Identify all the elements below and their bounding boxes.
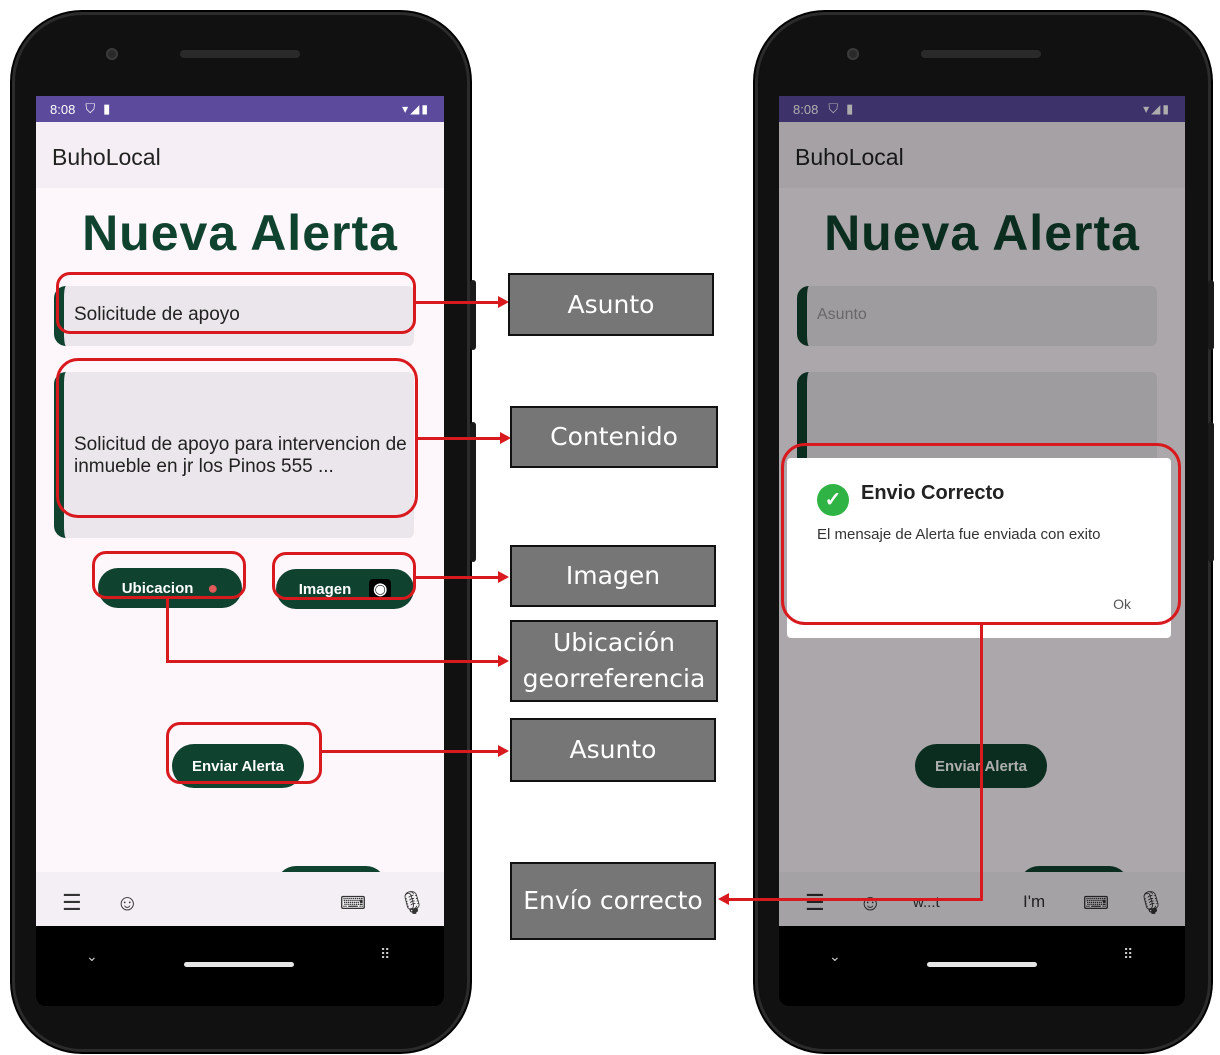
front-camera-icon xyxy=(106,48,118,60)
arrow-dialog xyxy=(718,893,729,905)
keyboard-switch-icon[interactable]: ⠿ xyxy=(380,946,390,963)
page-title: Nueva Alerta xyxy=(82,205,398,261)
label-ubicacion-line1: Ubicación xyxy=(552,628,675,657)
label-contenido-text: Contenido xyxy=(550,422,678,451)
chevron-down-icon[interactable]: ⌄ xyxy=(829,948,841,965)
signal-battery-icons: ▾◢▮ xyxy=(402,102,430,116)
status-time: 8:08 xyxy=(50,101,76,117)
label-asunto-text: Asunto xyxy=(567,289,655,319)
volume-button xyxy=(1208,422,1214,562)
home-handle[interactable] xyxy=(184,962,294,967)
label-enviar: Asunto xyxy=(510,718,716,782)
label-imagen: Imagen xyxy=(510,545,716,607)
app-title: BuhoLocal xyxy=(52,144,161,170)
highlight-location xyxy=(92,551,246,599)
power-button xyxy=(470,280,476,350)
earpiece-speaker xyxy=(180,50,300,58)
label-ubicacion-line2: georreferencia xyxy=(522,664,706,693)
arrow-send xyxy=(498,745,509,757)
microphone-icon[interactable]: 🎙 xyxy=(398,890,426,916)
status-bar: 8:08 ⛉ ▮ ▾◢▮ xyxy=(36,96,444,122)
label-envio-correcto: Envío correcto xyxy=(510,862,716,940)
label-imagen-text: Imagen xyxy=(565,561,661,590)
sim-icon: ▮ xyxy=(103,101,111,116)
home-handle[interactable] xyxy=(927,962,1037,967)
connector-subject xyxy=(416,301,500,304)
connector-location-v xyxy=(166,599,169,663)
emoji-icon[interactable]: ☺ xyxy=(116,890,138,916)
connector-image xyxy=(416,576,500,579)
label-contenido: Contenido xyxy=(510,406,718,468)
keyboard-toolbar: ☰ ☺ ⌨ 🎙 xyxy=(36,872,444,926)
arrow-location xyxy=(498,655,509,667)
highlight-image xyxy=(272,552,416,600)
connector-content xyxy=(418,437,502,440)
navigation-bar: ⌄ ⠿ xyxy=(779,926,1185,1006)
earpiece-speaker xyxy=(921,50,1041,58)
menu-icon[interactable]: ☰ xyxy=(62,890,82,916)
label-enviar-text: Asunto xyxy=(569,735,657,764)
navigation-bar: ⌄ ⠿ xyxy=(36,926,444,1006)
arrow-image xyxy=(498,571,509,583)
volume-button xyxy=(470,422,476,562)
shield-icon: ⛉ xyxy=(85,101,96,116)
highlight-subject xyxy=(56,272,416,334)
front-camera-icon xyxy=(847,48,859,60)
connector-send xyxy=(322,750,500,753)
label-ubicacion: Ubicación georreferencia xyxy=(510,620,718,702)
connector-dialog-h xyxy=(728,898,983,901)
highlight-content xyxy=(56,358,418,518)
chevron-down-icon[interactable]: ⌄ xyxy=(86,948,98,965)
keyboard-icon[interactable]: ⌨ xyxy=(340,893,366,914)
label-envio-correcto-text: Envío correcto xyxy=(523,886,703,915)
left-phone-frame: 8:08 ⛉ ▮ ▾◢▮ BuhoLocal Nueva Alerta Soli… xyxy=(12,12,476,1052)
highlight-send xyxy=(166,722,322,784)
highlight-dialog xyxy=(781,443,1181,625)
power-button xyxy=(1208,280,1214,350)
keyboard-switch-icon[interactable]: ⠿ xyxy=(1123,946,1133,963)
connector-dialog-v xyxy=(980,625,983,901)
connector-location-h xyxy=(166,660,500,663)
label-asunto: Asunto xyxy=(508,273,714,336)
app-bar: BuhoLocal xyxy=(36,122,444,188)
